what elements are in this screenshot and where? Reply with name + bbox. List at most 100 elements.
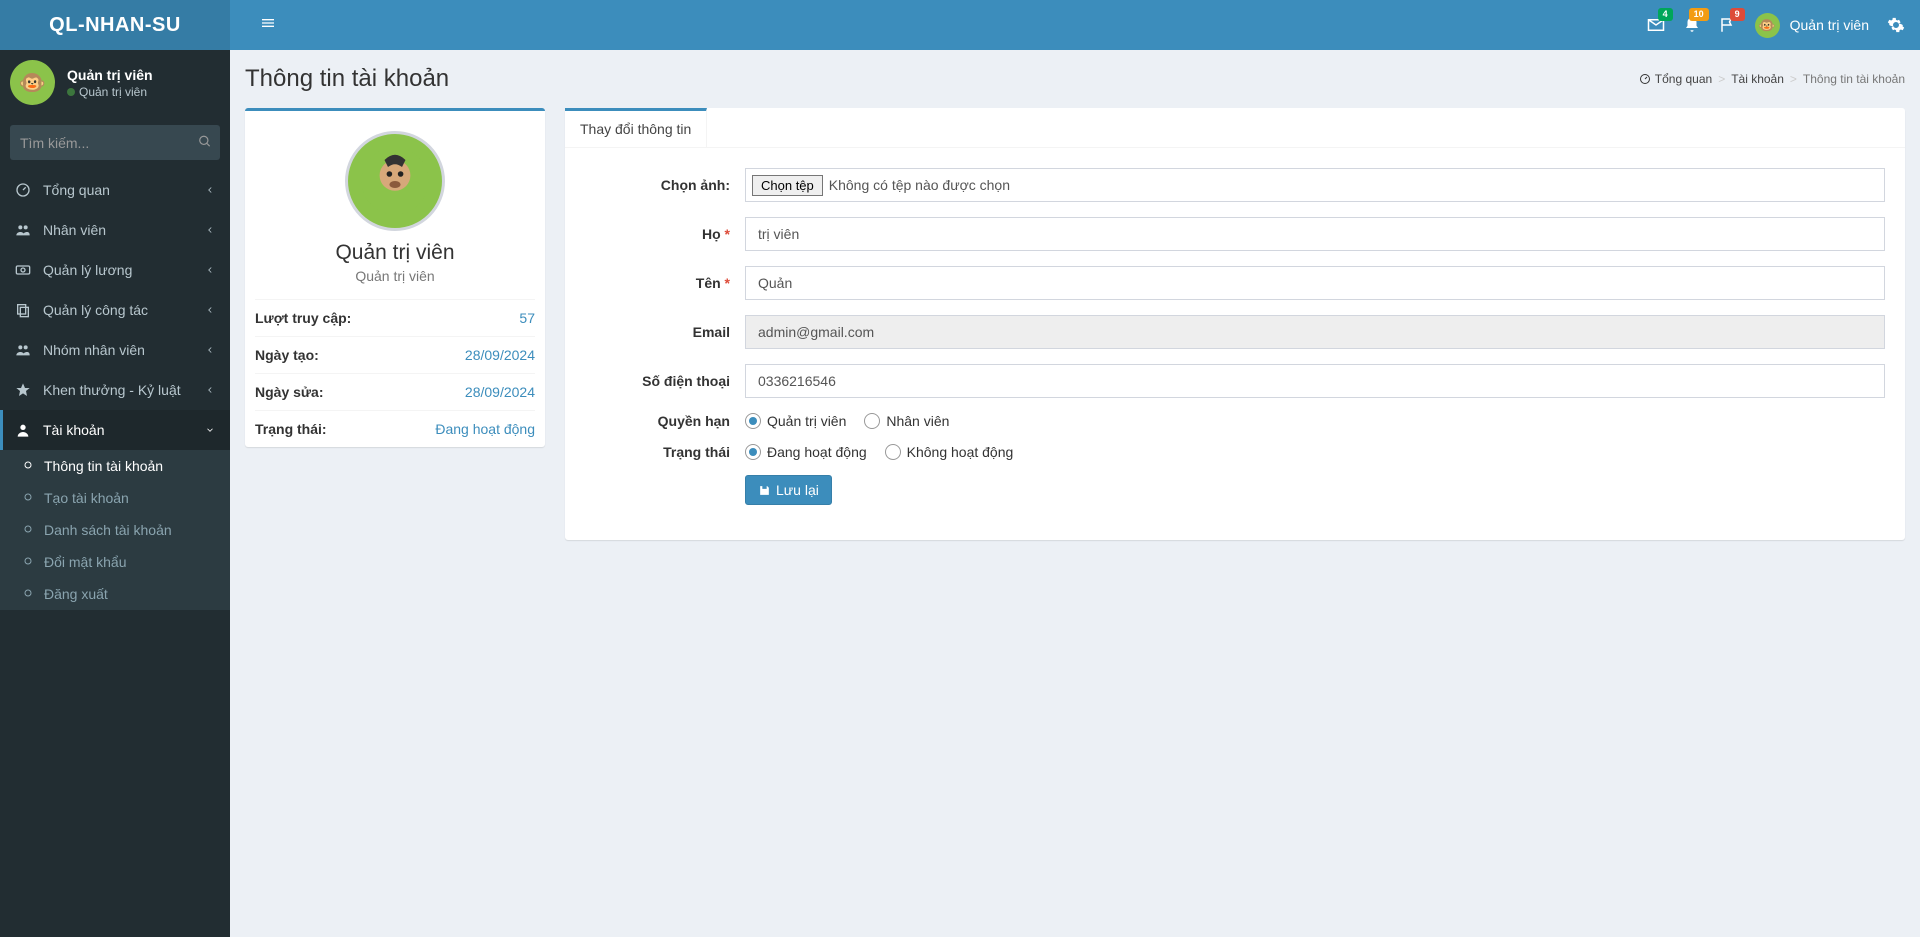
chevron-left-icon: [205, 342, 215, 358]
sidebar-user-name: Quản trị viên: [67, 67, 153, 83]
breadcrumb: Tổng quan > Tài khoản > Thông tin tài kh…: [1639, 72, 1905, 86]
sidebar-item-reward[interactable]: Khen thưởng - Kỷ luật: [0, 370, 230, 410]
status-radio-active[interactable]: Đang hoạt động: [745, 444, 867, 460]
role-radio-admin[interactable]: Quản trị viên: [745, 413, 846, 429]
updated-value: 28/09/2024: [465, 384, 535, 400]
search-button[interactable]: [198, 134, 212, 151]
profile-role: Quản trị viên: [255, 268, 535, 284]
sidebar-item-employees[interactable]: Nhân viên: [0, 210, 230, 250]
profile-name: Quản trị viên: [255, 241, 535, 265]
sidebar-item-label: Khen thưởng - Kỷ luật: [43, 382, 181, 398]
sidebar-item-account[interactable]: Tài khoản: [0, 410, 230, 450]
mail-icon[interactable]: 4: [1647, 16, 1665, 34]
sidebar-item-label: Quản lý lương: [43, 262, 132, 278]
lastname-label: Họ *: [585, 226, 745, 242]
phone-input[interactable]: [745, 364, 1885, 398]
lastname-input[interactable]: [745, 217, 1885, 251]
status-label: Trạng thái:: [255, 421, 327, 437]
radio-label: Quản trị viên: [767, 413, 846, 429]
star-icon: [15, 382, 31, 398]
sidebar-item-assignments[interactable]: Quản lý công tác: [0, 290, 230, 330]
chevron-left-icon: [205, 382, 215, 398]
chevron-left-icon: [205, 302, 215, 318]
submenu-label: Tạo tài khoản: [44, 490, 129, 506]
choose-file-button[interactable]: Chọn tệp: [752, 175, 823, 196]
breadcrumb-mid[interactable]: Tài khoản: [1731, 72, 1784, 86]
users-icon: [15, 342, 31, 358]
circle-icon: [22, 586, 34, 602]
sidebar-item-label: Tổng quan: [43, 182, 110, 198]
money-icon: [15, 262, 31, 278]
role-radio-employee[interactable]: Nhân viên: [864, 413, 949, 429]
search-input[interactable]: [10, 125, 220, 160]
circle-icon: [22, 554, 34, 570]
status-field-label: Trạng thái: [585, 444, 745, 460]
sidebar-item-groups[interactable]: Nhóm nhân viên: [0, 330, 230, 370]
radio-icon: [745, 413, 761, 429]
breadcrumb-home[interactable]: Tổng quan: [1655, 72, 1712, 86]
updated-label: Ngày sửa:: [255, 384, 324, 400]
radio-label: Đang hoạt động: [767, 444, 867, 460]
sidebar-item-dashboard[interactable]: Tổng quan: [0, 170, 230, 210]
chevron-left-icon: [205, 262, 215, 278]
submenu-change-password[interactable]: Đổi mật khẩu: [0, 546, 230, 578]
sidebar-user-role: Quản trị viên: [79, 85, 147, 99]
email-label: Email: [585, 324, 745, 340]
save-button-label: Lưu lại: [776, 482, 819, 498]
radio-icon: [864, 413, 880, 429]
radio-icon: [745, 444, 761, 460]
submenu-account-info[interactable]: Thông tin tài khoản: [0, 450, 230, 482]
dashboard-icon: [15, 182, 31, 198]
flag-badge: 9: [1730, 8, 1745, 21]
chevron-down-icon: [205, 422, 215, 438]
submenu-create-account[interactable]: Tạo tài khoản: [0, 482, 230, 514]
file-input[interactable]: Chọn tệp Không có tệp nào được chọn: [745, 168, 1885, 202]
submenu-label: Thông tin tài khoản: [44, 458, 163, 474]
radio-label: Không hoạt động: [907, 444, 1014, 460]
circle-icon: [22, 458, 34, 474]
choose-image-label: Chọn ảnh:: [585, 177, 745, 193]
created-label: Ngày tạo:: [255, 347, 319, 363]
submenu-logout[interactable]: Đăng xuất: [0, 578, 230, 610]
breadcrumb-current: Thông tin tài khoản: [1803, 72, 1905, 86]
sidebar-item-label: Quản lý công tác: [43, 302, 148, 318]
status-value: Đang hoạt động: [435, 421, 535, 437]
dashboard-icon: [1639, 73, 1651, 85]
submenu-account-list[interactable]: Danh sách tài khoản: [0, 514, 230, 546]
sidebar-toggle[interactable]: [245, 0, 291, 50]
radio-icon: [885, 444, 901, 460]
submenu-label: Đổi mật khẩu: [44, 554, 126, 570]
sidebar-item-label: Nhân viên: [43, 222, 106, 238]
sidebar-item-salary[interactable]: Quản lý lương: [0, 250, 230, 290]
bell-icon[interactable]: 10: [1683, 16, 1701, 34]
radio-label: Nhân viên: [886, 413, 949, 429]
brand-logo[interactable]: QL-NHAN-SU: [0, 0, 230, 50]
sidebar-item-label: Tài khoản: [43, 422, 104, 438]
settings-icon[interactable]: [1887, 16, 1905, 34]
circle-icon: [22, 522, 34, 538]
save-button[interactable]: Lưu lại: [745, 475, 832, 505]
tab-edit-info[interactable]: Thay đổi thông tin: [565, 111, 706, 147]
page-title: Thông tin tài khoản: [245, 65, 449, 93]
status-radio-inactive[interactable]: Không hoạt động: [885, 444, 1014, 460]
users-icon: [15, 222, 31, 238]
copy-icon: [15, 302, 31, 318]
firstname-label: Tên *: [585, 275, 745, 291]
status-dot-icon: [67, 88, 75, 96]
bell-badge: 10: [1689, 8, 1709, 21]
sidebar-item-label: Nhóm nhân viên: [43, 342, 145, 358]
phone-label: Số điện thoại: [585, 373, 745, 389]
user-icon: [15, 422, 31, 438]
file-name-label: Không có tệp nào được chọn: [829, 177, 1010, 193]
submenu-label: Danh sách tài khoản: [44, 522, 172, 538]
chevron-left-icon: [205, 222, 215, 238]
chevron-left-icon: [205, 182, 215, 198]
profile-avatar-icon: [345, 131, 445, 231]
user-menu[interactable]: 🐵 Quản trị viên: [1755, 13, 1869, 38]
firstname-input[interactable]: [745, 266, 1885, 300]
submenu-label: Đăng xuất: [44, 586, 108, 602]
flag-icon[interactable]: 9: [1719, 16, 1737, 34]
save-icon: [758, 484, 771, 497]
created-value: 28/09/2024: [465, 347, 535, 363]
visits-value: 57: [519, 310, 535, 326]
